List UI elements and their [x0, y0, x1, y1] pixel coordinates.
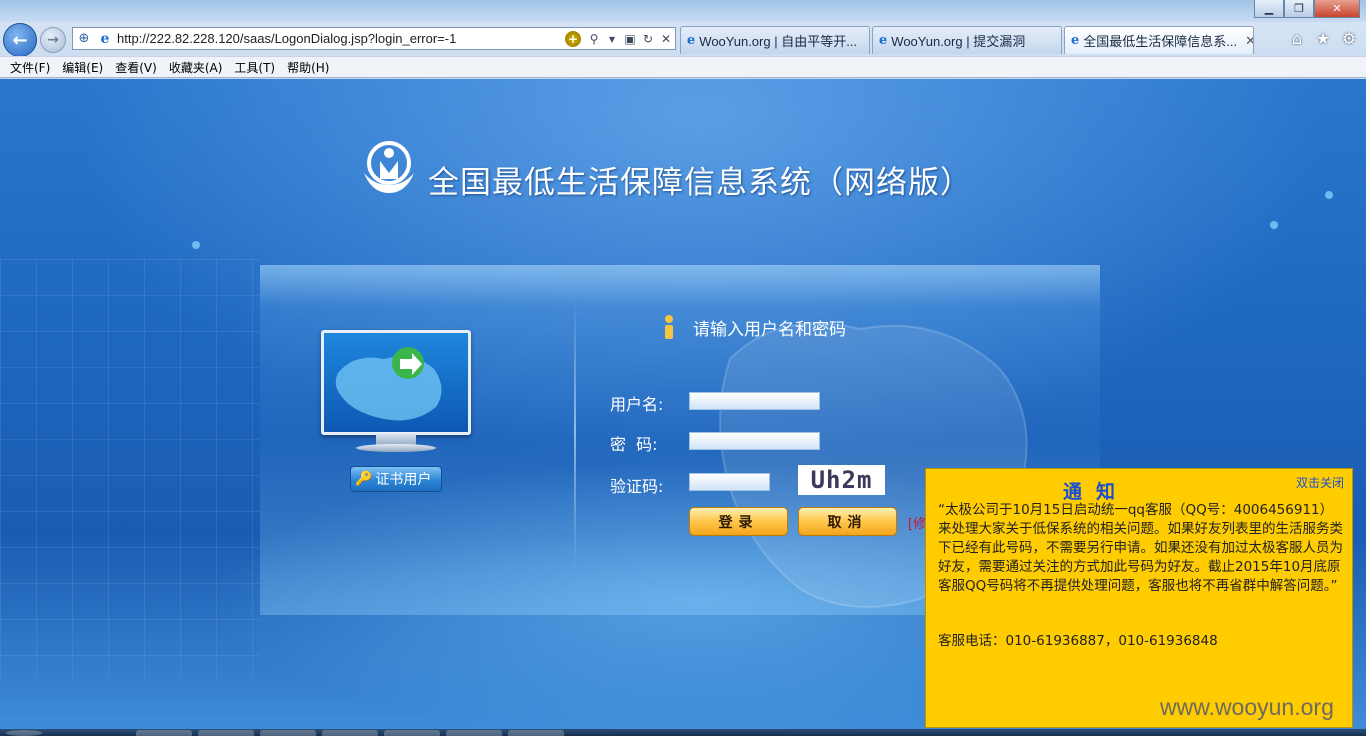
tab-label: WooYun.org | 自由平等开... — [699, 34, 858, 49]
ie-favicon-icon: e — [100, 30, 110, 47]
taskbar-item[interactable] — [508, 730, 564, 736]
navigation-row: ← → ⊕ e http://222.82.228.120/saas/Logon… — [0, 22, 1366, 57]
ie-favicon-icon: e — [687, 33, 696, 48]
search-icon[interactable]: ⚲ — [585, 28, 603, 49]
gear-icon[interactable]: ⚙ — [1340, 29, 1358, 48]
taskbar-item[interactable] — [322, 730, 378, 736]
china-map-icon — [335, 347, 442, 421]
monitor-screen — [321, 330, 471, 435]
close-button[interactable]: ✕ — [1314, 0, 1360, 18]
home-icon[interactable]: ⌂ — [1288, 29, 1306, 48]
tab-dibao-system[interactable]: e 全国最低生活保障信息系... ✕ — [1064, 26, 1254, 54]
notice-body: “太极公司于10月15日启动统一qq客服（QQ号：4006456911）来处理大… — [938, 502, 1343, 594]
notice-title: 通知 — [1062, 481, 1129, 503]
menu-file[interactable]: 文件(F) — [4, 59, 56, 76]
tab-label: WooYun.org | 提交漏洞 — [891, 34, 1026, 49]
tab-wooyun-home[interactable]: e WooYun.org | 自由平等开... — [680, 26, 870, 54]
window-controls: ▁ ❐ ✕ — [1254, 0, 1360, 18]
certificate-monitor-image — [321, 330, 471, 455]
certificate-user-button[interactable]: 🔑 证书用户 — [350, 466, 442, 492]
glow-dot — [192, 241, 200, 249]
login-prompt: 请输入用户名和密码 — [693, 320, 846, 340]
notice-popup[interactable]: 通知 双击关闭 “太极公司于10月15日启动统一qq客服（QQ号：4006456… — [925, 468, 1353, 728]
login-button[interactable]: 登录 — [689, 507, 788, 536]
menu-tools[interactable]: 工具(T) — [228, 59, 281, 76]
panel-divider — [574, 297, 576, 569]
taskbar-item[interactable] — [260, 730, 316, 736]
glow-dot — [1270, 221, 1278, 229]
tab-label: 全国最低生活保障信息系... — [1083, 34, 1238, 49]
system-title: 全国最低生活保障信息系统（网络版） — [428, 165, 972, 201]
ie-favicon-icon: e — [879, 33, 888, 48]
captcha-input[interactable] — [689, 473, 770, 491]
username-label: 用户名: — [610, 395, 664, 414]
compat-page-icon[interactable]: ▣ — [621, 28, 639, 49]
system-logo-icon — [364, 141, 414, 193]
star-icon[interactable]: ★ — [1314, 29, 1332, 48]
certificate-user-label: 证书用户 — [375, 472, 432, 488]
monitor-base — [356, 444, 436, 452]
forward-arrow-icon[interactable]: → — [40, 27, 66, 53]
dropdown-icon[interactable]: ▾ — [603, 28, 621, 49]
taskbar — [0, 729, 1366, 736]
cancel-button[interactable]: 取消 — [798, 507, 897, 536]
background-grid — [0, 259, 260, 679]
tab-wooyun-submit[interactable]: e WooYun.org | 提交漏洞 — [872, 26, 1062, 54]
notice-phone: 客服电话：010-61936887，010-61936848 — [938, 633, 1218, 649]
window-titlebar: ▁ ❐ ✕ — [0, 0, 1366, 22]
menu-favorites[interactable]: 收藏夹(A) — [163, 59, 229, 76]
taskbar-item[interactable] — [384, 730, 440, 736]
info-person-icon — [665, 315, 673, 339]
start-orb-icon[interactable] — [6, 730, 42, 736]
menu-edit[interactable]: 编辑(E) — [56, 59, 109, 76]
back-arrow-icon[interactable]: ← — [3, 23, 37, 57]
minimize-button[interactable]: ▁ — [1254, 0, 1284, 18]
address-url[interactable]: http://222.82.228.120/saas/LogonDialog.j… — [117, 31, 565, 46]
menu-bar: 文件(F) 编辑(E) 查看(V) 收藏夹(A) 工具(T) 帮助(H) — [0, 56, 1366, 78]
password-label: 密 码: — [610, 435, 658, 454]
tab-close-icon[interactable]: ✕ — [1245, 33, 1253, 49]
addon-icon[interactable]: + — [565, 30, 581, 47]
taskbar-item[interactable] — [446, 730, 502, 736]
taskbar-item[interactable] — [198, 730, 254, 736]
username-input[interactable] — [689, 392, 820, 410]
notice-close-link[interactable]: 双击关闭 — [1296, 474, 1344, 491]
browser-chrome: ▁ ❐ ✕ ← → ⊕ e http://222.82.228.120/saas… — [0, 0, 1366, 79]
stop-icon[interactable]: ✕ — [657, 28, 675, 49]
taskbar-item[interactable] — [136, 730, 192, 736]
menu-view[interactable]: 查看(V) — [109, 59, 163, 76]
compat-view-icon[interactable]: ⊕ — [73, 28, 95, 49]
key-icon: 🔑 — [355, 471, 373, 487]
menu-help[interactable]: 帮助(H) — [281, 59, 335, 76]
wooyun-watermark: www.wooyun.org — [1160, 694, 1334, 720]
password-input[interactable] — [689, 432, 820, 450]
glow-dot — [1325, 191, 1333, 199]
address-bar[interactable]: ⊕ e http://222.82.228.120/saas/LogonDial… — [72, 27, 676, 50]
change-password-link[interactable]: [修 — [908, 513, 926, 532]
ie-favicon-icon: e — [1071, 33, 1080, 48]
browser-toolbar-right: ⌂ ★ ⚙ — [1288, 29, 1358, 48]
captcha-image[interactable]: Uh2m — [798, 465, 885, 495]
restore-button[interactable]: ❐ — [1284, 0, 1314, 18]
refresh-icon[interactable]: ↻ — [639, 28, 657, 49]
captcha-label: 验证码: — [610, 477, 664, 496]
